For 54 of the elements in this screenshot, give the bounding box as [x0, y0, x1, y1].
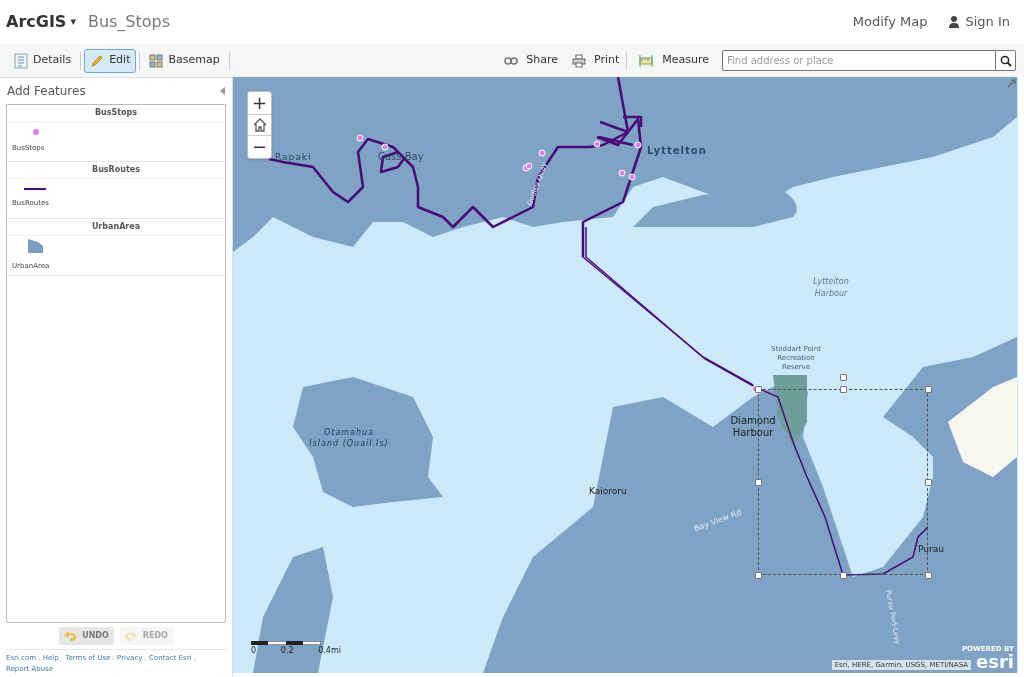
place-label: Lyttelton Harbour	[812, 276, 850, 300]
polygon-symbol-icon	[28, 239, 44, 254]
modify-map-link[interactable]: Modify Map	[852, 12, 928, 32]
place-label: Lyttelton	[647, 144, 707, 158]
redo-arrow-icon	[124, 631, 137, 641]
share-button[interactable]: Share	[499, 48, 563, 73]
print-button[interactable]: Print	[566, 48, 625, 73]
search-button[interactable]	[996, 50, 1016, 71]
zoom-out-button[interactable]: −	[248, 136, 271, 158]
expand-icon	[1007, 79, 1016, 88]
scale-label: 0.2	[280, 645, 294, 657]
place-label: Rapaki	[275, 151, 312, 164]
resize-handle[interactable]	[755, 386, 762, 393]
place-label: Otamahua Island (Quail Is)	[309, 427, 389, 449]
place-label: Kaiororu	[589, 485, 627, 498]
search-icon	[999, 54, 1012, 67]
line-symbol-icon	[24, 188, 46, 191]
details-button[interactable]: Details	[8, 48, 78, 73]
resize-handle[interactable]	[755, 479, 762, 486]
document-icon	[14, 52, 28, 69]
place-label: Bay View Rd	[692, 506, 744, 536]
resize-handle[interactable]	[755, 572, 762, 579]
place-label: Purau	[918, 543, 944, 556]
grid-icon	[149, 53, 164, 68]
resize-handle[interactable]	[925, 386, 932, 393]
undo-button[interactable]: UNDO	[59, 627, 114, 645]
panel-title: Add Features	[7, 83, 86, 100]
undo-arrow-icon	[64, 631, 77, 641]
resize-handle[interactable]	[925, 572, 932, 579]
search-field[interactable]: Find address or place	[722, 50, 996, 71]
collapse-icon	[220, 87, 225, 95]
pencil-icon	[90, 53, 105, 68]
scale-label: 0	[251, 645, 257, 657]
link-icon	[504, 56, 519, 65]
layer-heading: BusStops	[94, 107, 138, 119]
esri-logo: esri	[976, 653, 1014, 671]
scale-label: 0.4mi	[318, 645, 341, 657]
resize-handle[interactable]	[925, 479, 932, 486]
edit-button[interactable]: Edit	[84, 48, 137, 73]
home-button[interactable]	[248, 114, 271, 136]
basemap-button[interactable]: Basemap	[143, 48, 226, 73]
measure-button[interactable]: Measure	[633, 48, 714, 73]
layer-heading: UrbanArea	[91, 221, 141, 233]
sign-in-link[interactable]: Sign In	[949, 12, 1010, 32]
printer-icon	[571, 53, 586, 68]
app-menu[interactable]: ArcGIS ▾	[6, 10, 76, 34]
layer-heading: BusRoutes	[92, 164, 140, 176]
place-label: Diamond Harbour	[729, 415, 777, 439]
zoom-in-button[interactable]: +	[248, 92, 271, 114]
point-symbol-icon	[33, 129, 39, 136]
resize-handle[interactable]	[840, 572, 847, 579]
user-icon	[949, 16, 960, 28]
map-title: Bus_Stops	[87, 11, 171, 33]
ruler-icon	[638, 53, 655, 68]
